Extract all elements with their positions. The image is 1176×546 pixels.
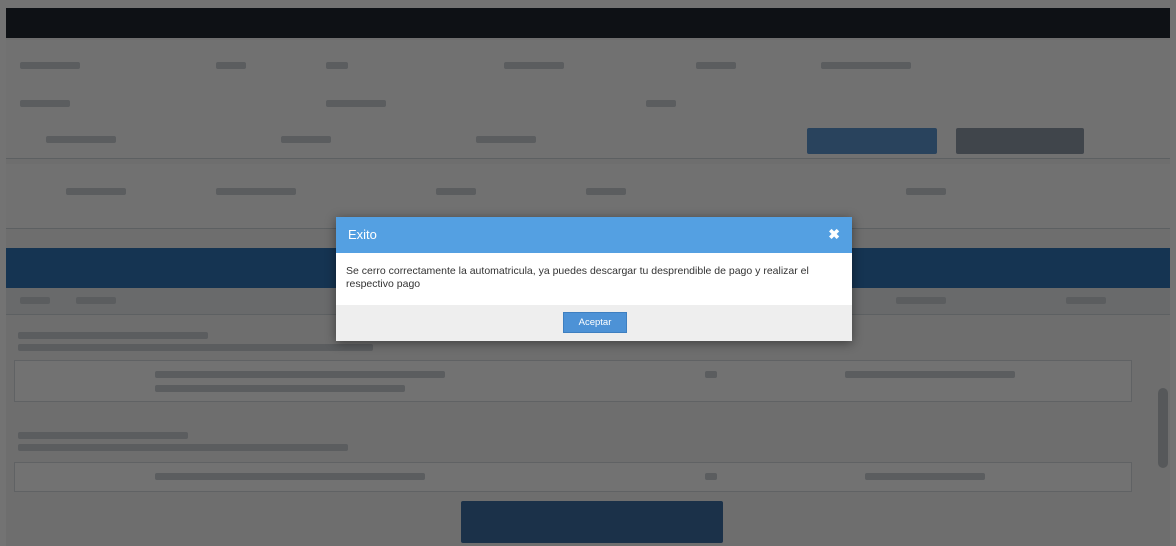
close-icon[interactable]: ✖ — [828, 226, 840, 242]
dialog-message: Se cerro correctamente la automatricula,… — [346, 265, 809, 290]
success-dialog: Exito ✖ Se cerro correctamente la automa… — [336, 217, 852, 341]
dialog-title: Exito — [348, 227, 377, 242]
dialog-header: Exito ✖ — [336, 217, 852, 253]
dialog-footer: Aceptar — [336, 305, 852, 341]
accept-button[interactable]: Aceptar — [563, 312, 627, 333]
